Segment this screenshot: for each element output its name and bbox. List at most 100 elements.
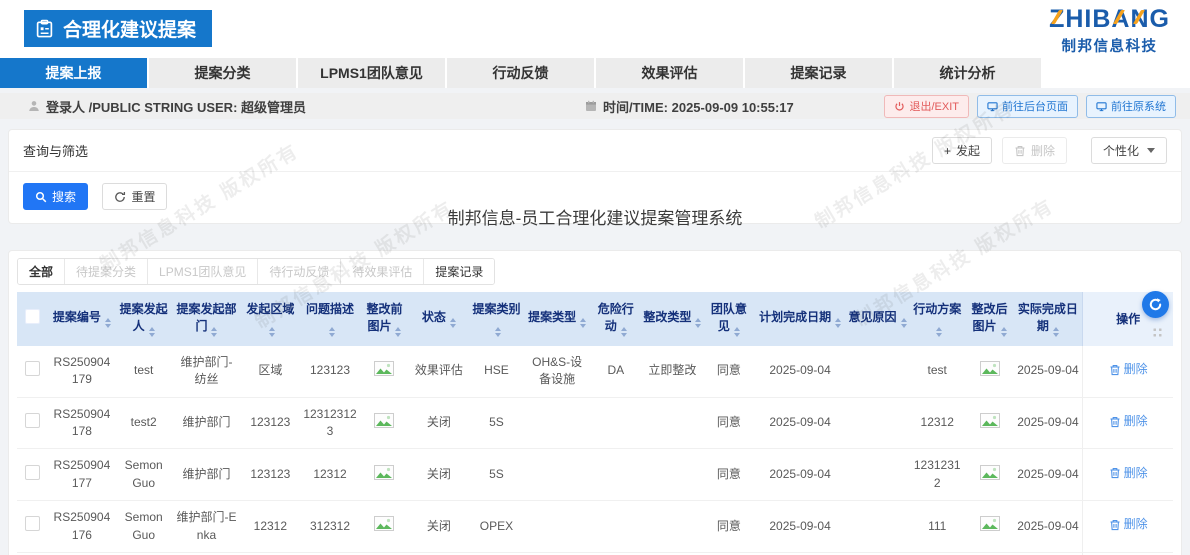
cell-actual-finish-date: 2025-09-04 — [1014, 449, 1083, 501]
col-proposal-category[interactable]: 提案类别 — [469, 292, 523, 346]
row-checkbox[interactable] — [17, 449, 48, 501]
sort-icon[interactable] — [901, 318, 907, 328]
goto-origin-system-button[interactable]: 前往原系统 — [1086, 95, 1176, 118]
cell-after-image[interactable] — [965, 449, 1013, 501]
row-checkbox[interactable] — [17, 501, 48, 553]
sort-icon[interactable] — [936, 327, 942, 337]
sort-icon[interactable] — [495, 327, 501, 337]
row-checkbox[interactable] — [17, 397, 48, 449]
cell-team-opinion: 同意 — [704, 449, 754, 501]
image-thumbnail-icon — [374, 516, 394, 531]
cell-opinion-reason — [846, 449, 909, 501]
cell-proposal-category: OPEX — [469, 501, 523, 553]
cell-before-image[interactable] — [360, 397, 408, 449]
sort-icon[interactable] — [149, 327, 155, 337]
cell-before-image[interactable] — [360, 449, 408, 501]
tab-effect-evaluation[interactable]: 效果评估 — [596, 58, 743, 88]
app-window: 合理化建议提案 ZHIBANG 制邦信息科技 提案上报提案分类LPMS1团队意见… — [0, 0, 1190, 555]
delete-label: 删除 — [1031, 142, 1055, 159]
cell-rectify-type — [641, 501, 704, 553]
trash-icon — [1014, 145, 1026, 157]
col-danger-action[interactable]: 危险行动 — [591, 292, 641, 346]
cell-after-image[interactable] — [965, 346, 1013, 397]
tab-proposal-classify[interactable]: 提案分类 — [149, 58, 296, 88]
cell-after-image[interactable] — [965, 397, 1013, 449]
sort-icon[interactable] — [835, 318, 841, 328]
table-toolbar: + 发起 删除 个性化 — [932, 137, 1167, 164]
sort-icon[interactable] — [395, 327, 401, 337]
sort-icon[interactable] — [105, 318, 111, 328]
personalize-dropdown[interactable]: 个性化 — [1091, 137, 1167, 164]
table-header-row: 提案编号提案发起人提案发起部门发起区域问题描述整改前图片状态提案类别提案类型危险… — [17, 292, 1173, 346]
trash-icon — [1109, 416, 1121, 428]
sort-icon[interactable] — [211, 327, 217, 337]
delete-button[interactable]: 删除 — [1002, 137, 1067, 164]
tab-action-feedback[interactable]: 行动反馈 — [447, 58, 594, 88]
app-title: 合理化建议提案 — [63, 15, 196, 42]
col-proposal-no[interactable]: 提案编号 — [48, 292, 115, 346]
row-delete-button[interactable]: 删除 — [1109, 361, 1148, 378]
col-status[interactable]: 状态 — [409, 292, 470, 346]
sort-icon[interactable] — [1001, 327, 1007, 337]
goto-backend-label: 前往后台页面 — [1002, 98, 1068, 114]
sort-icon[interactable] — [329, 327, 335, 337]
row-delete-button[interactable]: 删除 — [1109, 413, 1148, 430]
col-rectify-type[interactable]: 整改类型 — [641, 292, 704, 346]
drag-handle-icon[interactable] — [1152, 327, 1163, 338]
initiate-button[interactable]: + 发起 — [932, 137, 992, 164]
info-bar: 登录人 /PUBLIC STRING USER: 超级管理员 时间/TIME: … — [0, 93, 1190, 119]
col-opinion-reason[interactable]: 意见原因 — [846, 292, 909, 346]
cell-initiator: Semon Guo — [115, 449, 172, 501]
sort-icon[interactable] — [734, 327, 740, 337]
col-problem-description[interactable]: 问题描述 — [300, 292, 361, 346]
cell-actual-finish-date: 2025-09-04 — [1014, 346, 1083, 397]
cell-problem-description: 12312 — [300, 449, 361, 501]
tab-bar: 提案上报提案分类LPMS1团队意见行动反馈效果评估提案记录统计分析 — [0, 58, 1190, 88]
sort-icon[interactable] — [1053, 327, 1059, 337]
select-all-checkbox[interactable] — [17, 292, 48, 346]
cell-rectify-type — [641, 449, 704, 501]
cell-before-image[interactable] — [360, 501, 408, 553]
image-thumbnail-icon — [980, 361, 1000, 376]
goto-backend-button[interactable]: 前往后台页面 — [977, 95, 1078, 118]
cell-opinion-reason — [846, 501, 909, 553]
chip-record[interactable]: 提案记录 — [424, 259, 494, 284]
col-initiating-department[interactable]: 提案发起部门 — [172, 292, 241, 346]
cell-status: 效果评估 — [409, 346, 470, 397]
sort-icon[interactable] — [580, 318, 586, 328]
cell-action-plan: 111 — [909, 501, 966, 553]
calendar-icon — [585, 100, 597, 112]
tab-proposal-record[interactable]: 提案记录 — [745, 58, 892, 88]
cell-plan-finish-date: 2025-09-04 — [754, 501, 846, 553]
quick-action-float-button[interactable] — [1142, 291, 1169, 318]
exit-button[interactable]: 退出/EXIT — [884, 95, 969, 118]
cell-after-image[interactable] — [965, 501, 1013, 553]
tab-statistics[interactable]: 统计分析 — [894, 58, 1041, 88]
chip-all[interactable]: 全部 — [18, 259, 65, 284]
logo-wordmark: ZHIBANG — [1049, 7, 1170, 32]
cell-before-image[interactable] — [360, 346, 408, 397]
clipboard-icon — [35, 19, 54, 38]
sort-icon[interactable] — [695, 318, 701, 328]
col-after-image[interactable]: 整改后图片 — [965, 292, 1013, 346]
sort-icon[interactable] — [450, 318, 456, 328]
col-initiator[interactable]: 提案发起人 — [115, 292, 172, 346]
row-delete-button[interactable]: 删除 — [1109, 516, 1148, 533]
cell-initiating-area: 123123 — [241, 397, 300, 449]
cell-problem-description: 123123 — [300, 346, 361, 397]
col-actual-finish-date[interactable]: 实际完成日期 — [1014, 292, 1083, 346]
tab-lpms1-team-opinion[interactable]: LPMS1团队意见 — [298, 58, 445, 88]
row-checkbox[interactable] — [17, 346, 48, 397]
col-before-image[interactable]: 整改前图片 — [360, 292, 408, 346]
session-actions: 退出/EXIT 前往后台页面 前往原系统 — [884, 95, 1176, 118]
col-action-plan[interactable]: 行动方案 — [909, 292, 966, 346]
col-plan-finish-date[interactable]: 计划完成日期 — [754, 292, 846, 346]
sort-icon[interactable] — [269, 327, 275, 337]
col-team-opinion[interactable]: 团队意见 — [704, 292, 754, 346]
row-delete-button[interactable]: 删除 — [1109, 465, 1148, 482]
col-initiating-area[interactable]: 发起区域 — [241, 292, 300, 346]
tab-proposal-report[interactable]: 提案上报 — [0, 58, 147, 88]
sort-icon[interactable] — [621, 327, 627, 337]
cell-status: 关闭 — [409, 397, 470, 449]
col-proposal-type[interactable]: 提案类型 — [524, 292, 591, 346]
